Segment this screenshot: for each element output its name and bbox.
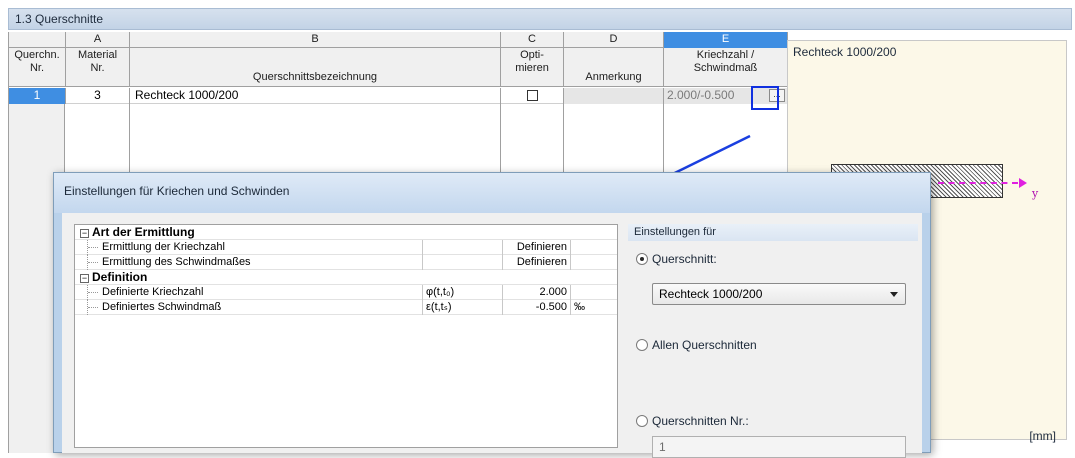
header-bezeichnung: Querschnittsbezeichnung bbox=[130, 48, 501, 87]
collapse-icon[interactable]: − bbox=[80, 274, 89, 283]
kriechzahl-value: 2.000/-0.500 bbox=[667, 88, 735, 102]
tree-row-unit: ‰ bbox=[570, 300, 617, 315]
settings-header: Einstellungen für bbox=[628, 224, 918, 241]
header-material-line2: Nr. bbox=[90, 62, 105, 74]
column-letter-corner bbox=[9, 32, 66, 48]
column-letter-d[interactable]: D bbox=[564, 32, 664, 48]
tree-row-symbol: φ(t,t₀) bbox=[422, 285, 502, 300]
dialog-body: − Art der Ermittlung Ermittlung der Kriec… bbox=[62, 213, 922, 458]
tree-row[interactable]: Definiertes Schwindmaß ε(t,tₛ) -0.500 ‰ bbox=[75, 300, 617, 315]
collapse-icon[interactable]: − bbox=[80, 229, 89, 238]
creep-shrinkage-dialog: Einstellungen für Kriechen und Schwinden… bbox=[53, 172, 931, 458]
header-section-nr-line2: Nr. bbox=[29, 62, 45, 74]
tree-row-value[interactable]: Definieren bbox=[502, 240, 570, 255]
y-axis-arrow-icon bbox=[1019, 178, 1027, 188]
tree-row[interactable]: Ermittlung der Kriechzahl Definieren bbox=[75, 240, 617, 255]
header-section-nr-line1: Querchn. bbox=[14, 49, 60, 61]
column-letter-c[interactable]: C bbox=[501, 32, 564, 48]
tree-group-text: Definition bbox=[92, 270, 148, 284]
tree-row-label: Ermittlung der Kriechzahl bbox=[102, 241, 225, 253]
header-material-nr: Material Nr. bbox=[66, 48, 130, 87]
radio-unselected-icon[interactable] bbox=[636, 339, 648, 351]
tree-branch bbox=[87, 255, 98, 270]
tree-row-unit bbox=[570, 285, 617, 300]
tree-group-art[interactable]: − Art der Ermittlung bbox=[75, 225, 617, 240]
button-highlight-frame bbox=[751, 86, 779, 110]
radio-all-sections[interactable]: Allen Querschnitten bbox=[636, 338, 757, 352]
y-axis-line bbox=[938, 182, 1018, 184]
tree-branch bbox=[87, 300, 98, 315]
header-anmerkung: Anmerkung bbox=[564, 48, 664, 87]
material-cell[interactable]: 3 bbox=[66, 88, 130, 104]
header-material-line1: Material bbox=[77, 49, 118, 61]
tree-row-value[interactable]: -0.500 bbox=[502, 300, 570, 315]
section-select-value: Rechteck 1000/200 bbox=[659, 287, 763, 301]
header-section-nr: Querchn. Nr. bbox=[9, 48, 66, 87]
tree-group-text: Art der Ermittlung bbox=[92, 225, 195, 239]
radio-all-label: Allen Querschnitten bbox=[652, 338, 757, 352]
radio-unselected-icon[interactable] bbox=[636, 415, 648, 427]
radio-selected-icon[interactable] bbox=[636, 253, 648, 265]
header-bezeichnung-label: Querschnittsbezeichnung bbox=[252, 71, 378, 83]
radio-querschnitt-label: Querschnitt: bbox=[652, 252, 717, 266]
radio-section-nr[interactable]: Querschnitten Nr.: bbox=[636, 414, 749, 428]
header-kriechzahl: Kriechzahl / Schwindmaß bbox=[664, 48, 788, 87]
column-letter-a[interactable]: A bbox=[66, 32, 130, 48]
preview-title: Rechteck 1000/200 bbox=[793, 45, 897, 59]
tree-row-label: Definiertes Schwindmaß bbox=[102, 301, 222, 313]
tree-branch bbox=[87, 285, 98, 300]
optimieren-checkbox[interactable] bbox=[526, 90, 538, 101]
header-anmerkung-label: Anmerkung bbox=[585, 71, 642, 83]
tree-group-label: − Art der Ermittlung bbox=[80, 225, 195, 240]
window-title: 1.3 Querschnitte bbox=[8, 8, 1072, 30]
tree-branch bbox=[87, 240, 98, 255]
header-optimieren: Opti- mieren bbox=[501, 48, 564, 87]
tree-row-symbol bbox=[422, 255, 502, 270]
anmerkung-cell[interactable] bbox=[564, 88, 664, 104]
column-letter-e[interactable]: E bbox=[664, 32, 788, 48]
header-kriechzahl-line2: Schwindmaß bbox=[693, 62, 758, 74]
tree-group-definition[interactable]: − Definition bbox=[75, 270, 617, 285]
header-optimieren-line1: Opti- bbox=[520, 49, 544, 61]
tree-row-value[interactable]: Definieren bbox=[502, 255, 570, 270]
header-kriechzahl-line1: Kriechzahl / bbox=[696, 49, 755, 61]
row-number[interactable]: 1 bbox=[9, 88, 66, 104]
parameter-tree: − Art der Ermittlung Ermittlung der Kriec… bbox=[74, 224, 618, 448]
bezeichnung-cell[interactable]: Rechteck 1000/200 bbox=[130, 88, 501, 104]
column-letter-b[interactable]: B bbox=[130, 32, 501, 48]
tree-row-label: Definierte Kriechzahl bbox=[102, 286, 204, 298]
settings-panel: Einstellungen für Querschnitt: Rechteck … bbox=[628, 224, 918, 458]
column-header-row: Querchn. Nr. Material Nr. Querschnittsbe… bbox=[9, 48, 788, 87]
chevron-down-icon[interactable] bbox=[890, 292, 898, 297]
tree-row[interactable]: Definierte Kriechzahl φ(t,t₀) 2.000 bbox=[75, 285, 617, 300]
y-axis-label: y bbox=[1032, 187, 1039, 200]
tree-row-unit bbox=[570, 240, 617, 255]
tree-row-symbol bbox=[422, 240, 502, 255]
section-select[interactable]: Rechteck 1000/200 bbox=[652, 283, 906, 305]
tree-row[interactable]: Ermittlung des Schwindmaßes Definieren bbox=[75, 255, 617, 270]
section-nr-input[interactable]: 1 bbox=[652, 436, 906, 458]
tree-row-label: Ermittlung des Schwindmaßes bbox=[102, 256, 251, 268]
table-row[interactable]: 1 3 Rechteck 1000/200 2.000/-0.500 ... bbox=[9, 88, 788, 104]
tree-row-value[interactable]: 2.000 bbox=[502, 285, 570, 300]
column-letter-row: A B C D E bbox=[9, 32, 788, 48]
header-optimieren-line2: mieren bbox=[515, 62, 549, 74]
tree-row-unit bbox=[570, 255, 617, 270]
tree-group-label: − Definition bbox=[80, 270, 147, 285]
radio-nr-label: Querschnitten Nr.: bbox=[652, 414, 749, 428]
dialog-title: Einstellungen für Kriechen und Schwinden bbox=[54, 173, 930, 213]
unit-label: [mm] bbox=[1029, 429, 1056, 443]
tree-row-symbol: ε(t,tₛ) bbox=[422, 300, 502, 315]
optimieren-cell[interactable] bbox=[501, 88, 564, 104]
radio-querschnitt[interactable]: Querschnitt: bbox=[636, 252, 717, 266]
